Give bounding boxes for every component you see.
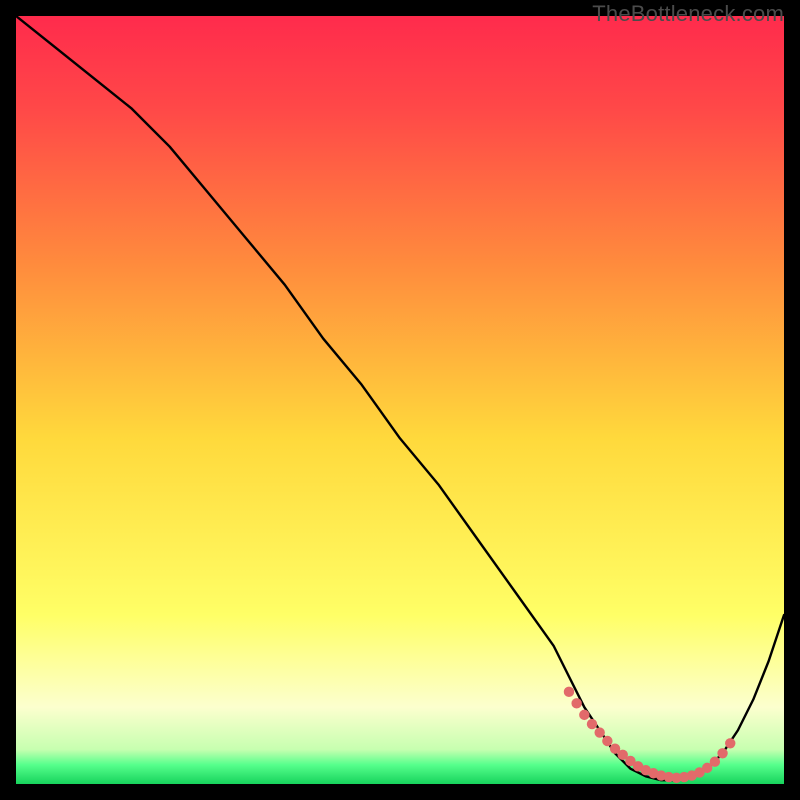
- sweet-spot-dot: [602, 736, 612, 746]
- chart-frame: { "watermark": "TheBottleneck.com", "col…: [0, 0, 800, 800]
- gradient-background: [16, 16, 784, 784]
- sweet-spot-dot: [710, 757, 720, 767]
- sweet-spot-dot: [579, 710, 589, 720]
- sweet-spot-dot: [564, 687, 574, 697]
- watermark-text: TheBottleneck.com: [592, 1, 784, 27]
- plot-area: [16, 16, 784, 784]
- sweet-spot-dot: [594, 727, 604, 737]
- sweet-spot-dot: [725, 738, 735, 748]
- sweet-spot-dot: [571, 698, 581, 708]
- sweet-spot-dot: [717, 748, 727, 758]
- sweet-spot-dot: [587, 719, 597, 729]
